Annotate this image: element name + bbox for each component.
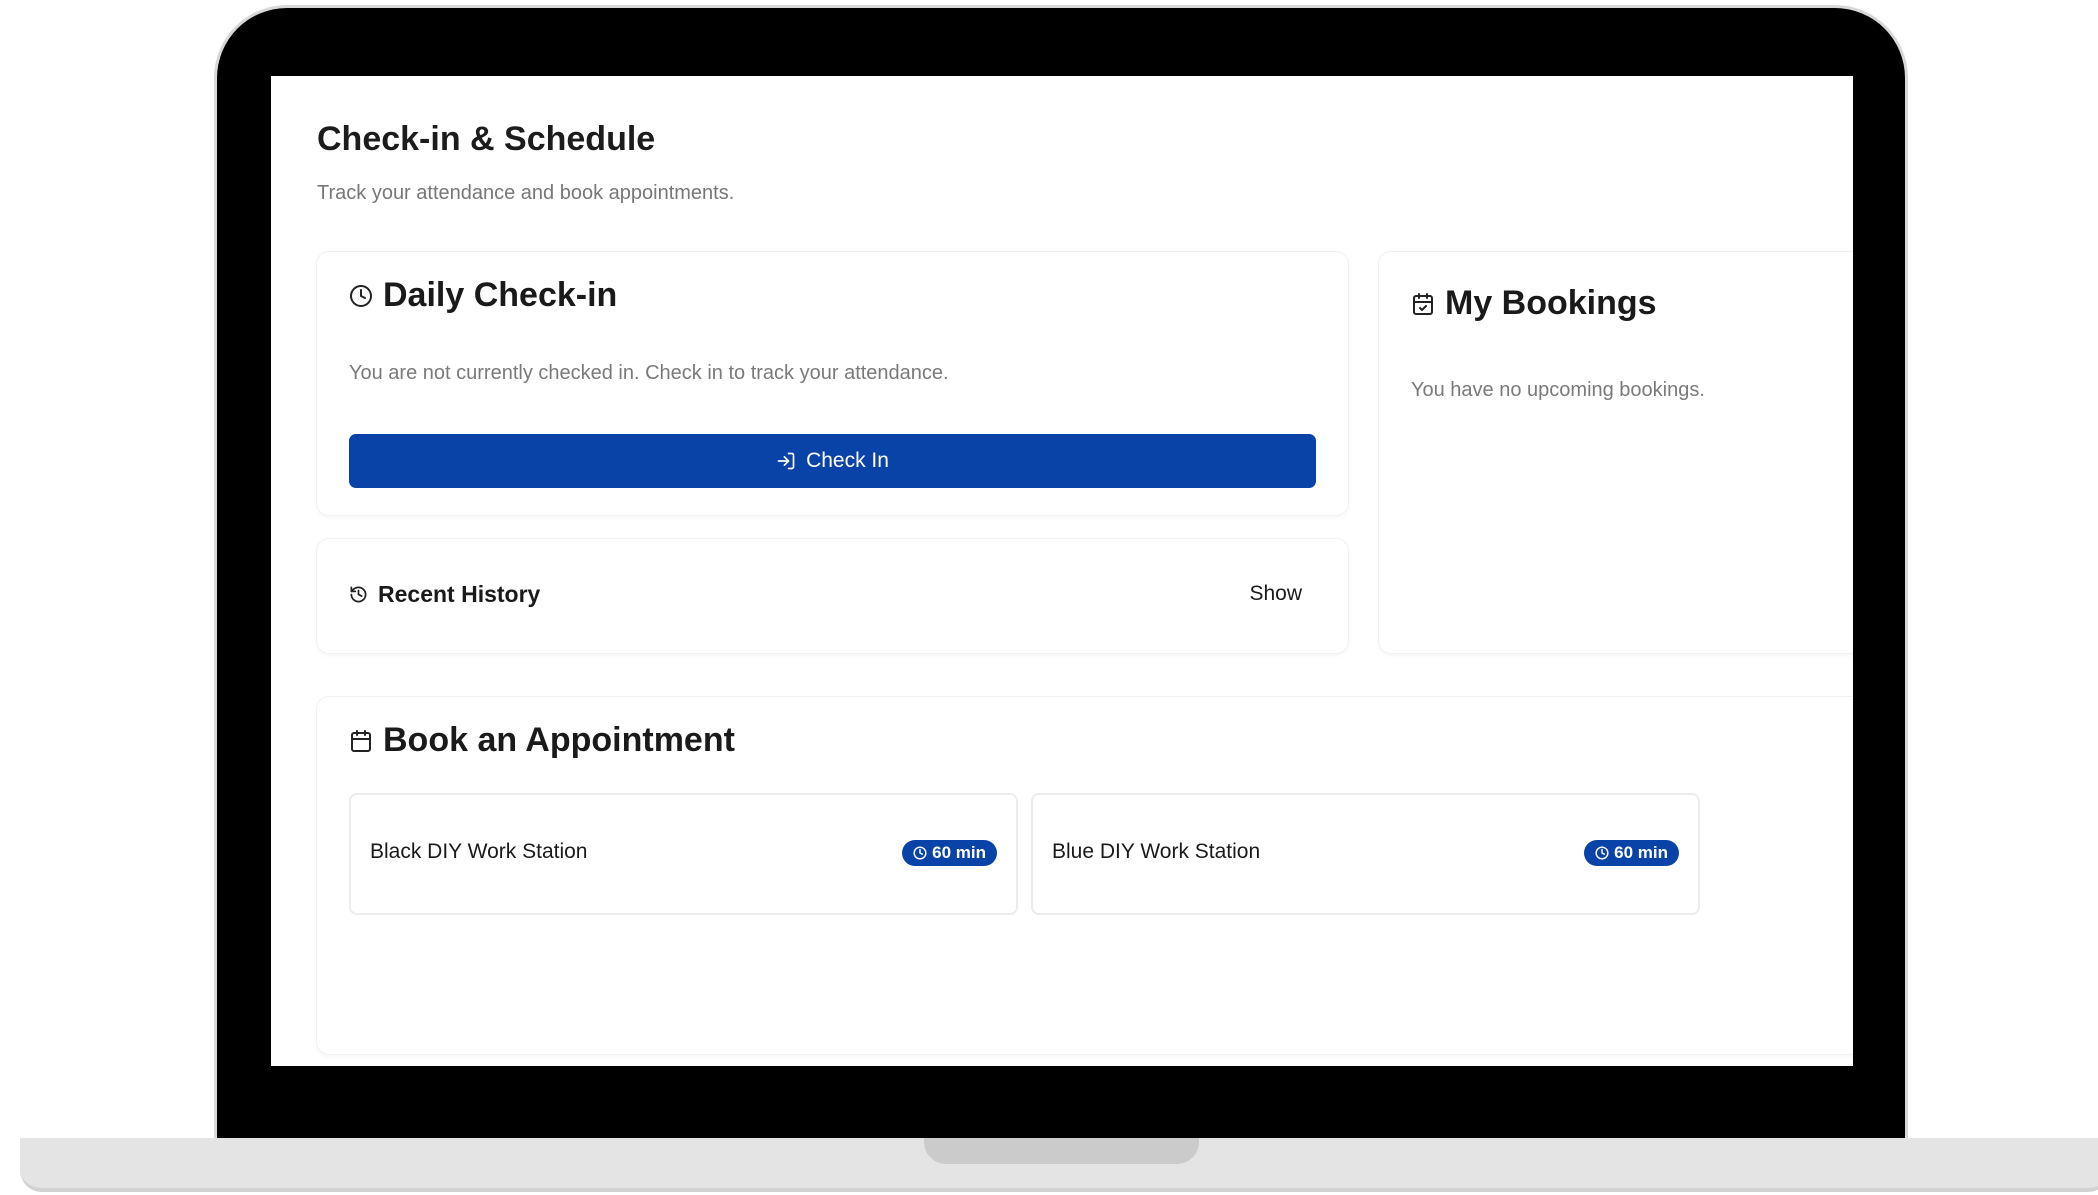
show-history-button[interactable]: Show [1243, 581, 1308, 607]
recent-history-heading: Recent History [349, 581, 540, 608]
station-name: Blue DIY Work Station [1052, 840, 1261, 863]
book-appointment-card: Book an Appointment Black DIY Work Stati… [317, 697, 1853, 1054]
station-card-blue[interactable]: Blue DIY Work Station 60 min [1031, 793, 1700, 915]
duration-label: 60 min [932, 843, 986, 862]
my-bookings-card: My Bookings You have no upcoming booking… [1379, 252, 1853, 653]
my-bookings-heading: My Bookings [1411, 284, 1657, 323]
clock-icon [349, 284, 373, 308]
book-appointment-heading: Book an Appointment [349, 721, 735, 760]
calendar-check-icon [1411, 292, 1435, 316]
daily-checkin-card: Daily Check-in You are not currently che… [317, 252, 1348, 515]
laptop-mockup: Check-in & Schedule Track your attendanc… [0, 0, 2098, 1195]
log-in-icon [776, 451, 796, 471]
clock-icon [1595, 846, 1609, 860]
duration-label: 60 min [1614, 843, 1668, 862]
book-appointment-title: Book an Appointment [383, 721, 735, 759]
station-name: Black DIY Work Station [370, 840, 588, 863]
clock-icon [913, 846, 927, 860]
check-in-button-label: Check In [806, 449, 889, 472]
check-in-button[interactable]: Check In [349, 434, 1316, 488]
checkin-status-text: You are not currently checked in. Check … [349, 362, 949, 384]
no-bookings-text: You have no upcoming bookings. [1411, 379, 1705, 401]
laptop-notch [924, 1138, 1199, 1164]
station-card-black[interactable]: Black DIY Work Station 60 min [349, 793, 1018, 915]
app-screen: Check-in & Schedule Track your attendanc… [271, 76, 1853, 1066]
daily-checkin-title: Daily Check-in [383, 276, 618, 314]
page-subtitle: Track your attendance and book appointme… [317, 182, 735, 204]
history-icon [349, 585, 368, 604]
daily-checkin-heading: Daily Check-in [349, 276, 617, 315]
duration-badge: 60 min [1584, 840, 1679, 866]
my-bookings-title: My Bookings [1445, 284, 1657, 322]
duration-badge: 60 min [902, 840, 997, 866]
page-title: Check-in & Schedule [317, 120, 656, 158]
recent-history-title: Recent History [378, 581, 541, 607]
recent-history-card: Recent History Show [317, 539, 1348, 653]
calendar-icon [349, 729, 373, 753]
